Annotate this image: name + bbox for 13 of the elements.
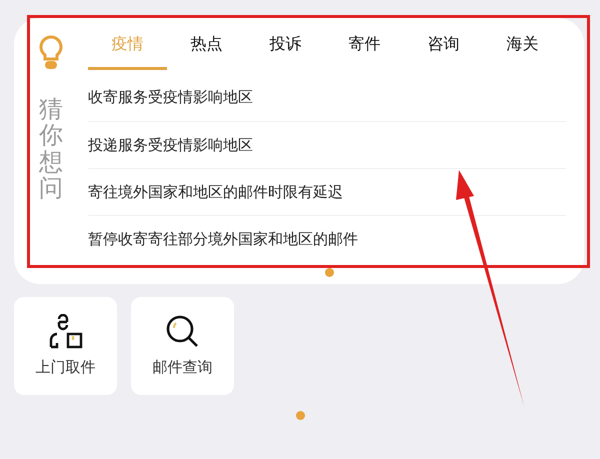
category-tab[interactable]: 热点 xyxy=(167,30,246,70)
category-tab[interactable]: 寄件 xyxy=(325,30,404,70)
service-tile[interactable]: 邮件查询 xyxy=(131,297,234,395)
category-tab[interactable]: 咨询 xyxy=(404,30,483,70)
question-link[interactable]: 寄往境外国家和地区的邮件时限有延迟 xyxy=(88,180,343,204)
side-title: 猜你想问 xyxy=(39,96,63,202)
question-link[interactable]: 收寄服务受疫情影响地区 xyxy=(88,86,253,109)
lightbulb-icon xyxy=(38,34,64,72)
service-tile[interactable]: 上门取件 xyxy=(14,297,117,395)
category-tab[interactable]: 投诉 xyxy=(246,30,325,70)
question-link[interactable]: 投递服务受疫情影响地区 xyxy=(88,134,253,156)
category-tab[interactable]: 海关 xyxy=(483,30,562,70)
question-link[interactable]: 暂停收寄寄往部分境外国家和地区的邮件 xyxy=(88,228,358,250)
